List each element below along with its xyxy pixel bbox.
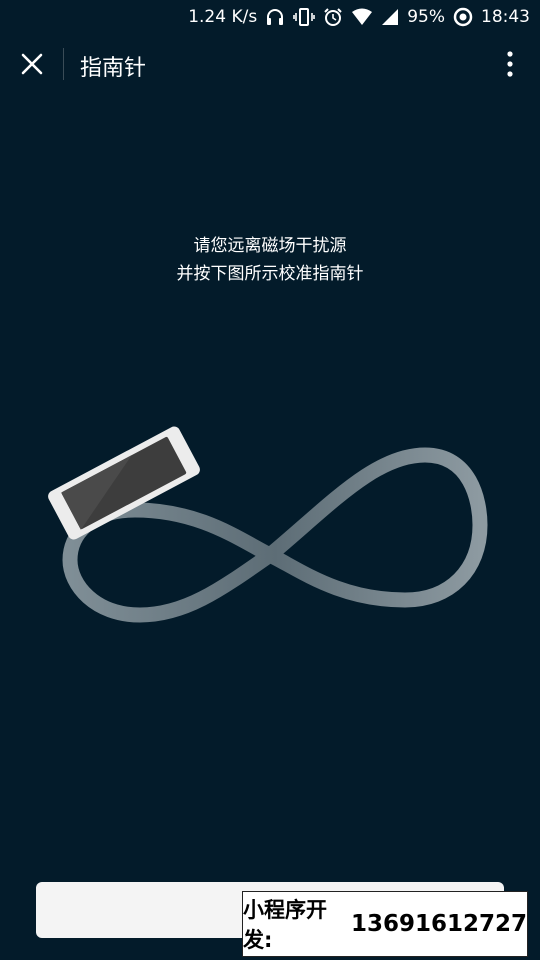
headphones-icon: [265, 8, 285, 26]
status-bar: 1.24 K/s 95% 18:43: [0, 0, 540, 34]
more-options-button[interactable]: [498, 48, 522, 80]
navigation-bar: 指南针: [0, 38, 540, 90]
phone-icon: [48, 426, 200, 540]
alarm-icon: [323, 7, 343, 27]
close-icon: [21, 53, 43, 75]
page-title: 指南针: [80, 56, 147, 81]
battery-percent: 95%: [407, 7, 445, 27]
figure-eight-calibration-illustration: [48, 426, 488, 623]
vibrate-icon: [293, 8, 316, 26]
more-vertical-icon: [507, 51, 513, 77]
watermark-label: 小程序开发:: [243, 898, 327, 952]
instruction-line-2: 并按下图所示校准指南针: [176, 264, 364, 284]
close-button[interactable]: [14, 48, 50, 80]
battery-icon: [453, 7, 473, 27]
network-speed: 1.24 K/s: [188, 7, 258, 27]
contact-watermark: 小程序开发: 13691612727: [242, 891, 528, 957]
instruction-line-1: 请您远离磁场干扰源: [193, 236, 347, 256]
signal-icon: [381, 8, 399, 26]
wifi-icon: [351, 8, 373, 26]
watermark-phone: 13691612727: [350, 911, 527, 937]
nav-divider: [63, 48, 64, 80]
clock-time: 18:43: [481, 7, 530, 27]
calibration-instructions: 请您远离磁场干扰源 并按下图所示校准指南针: [0, 232, 540, 288]
